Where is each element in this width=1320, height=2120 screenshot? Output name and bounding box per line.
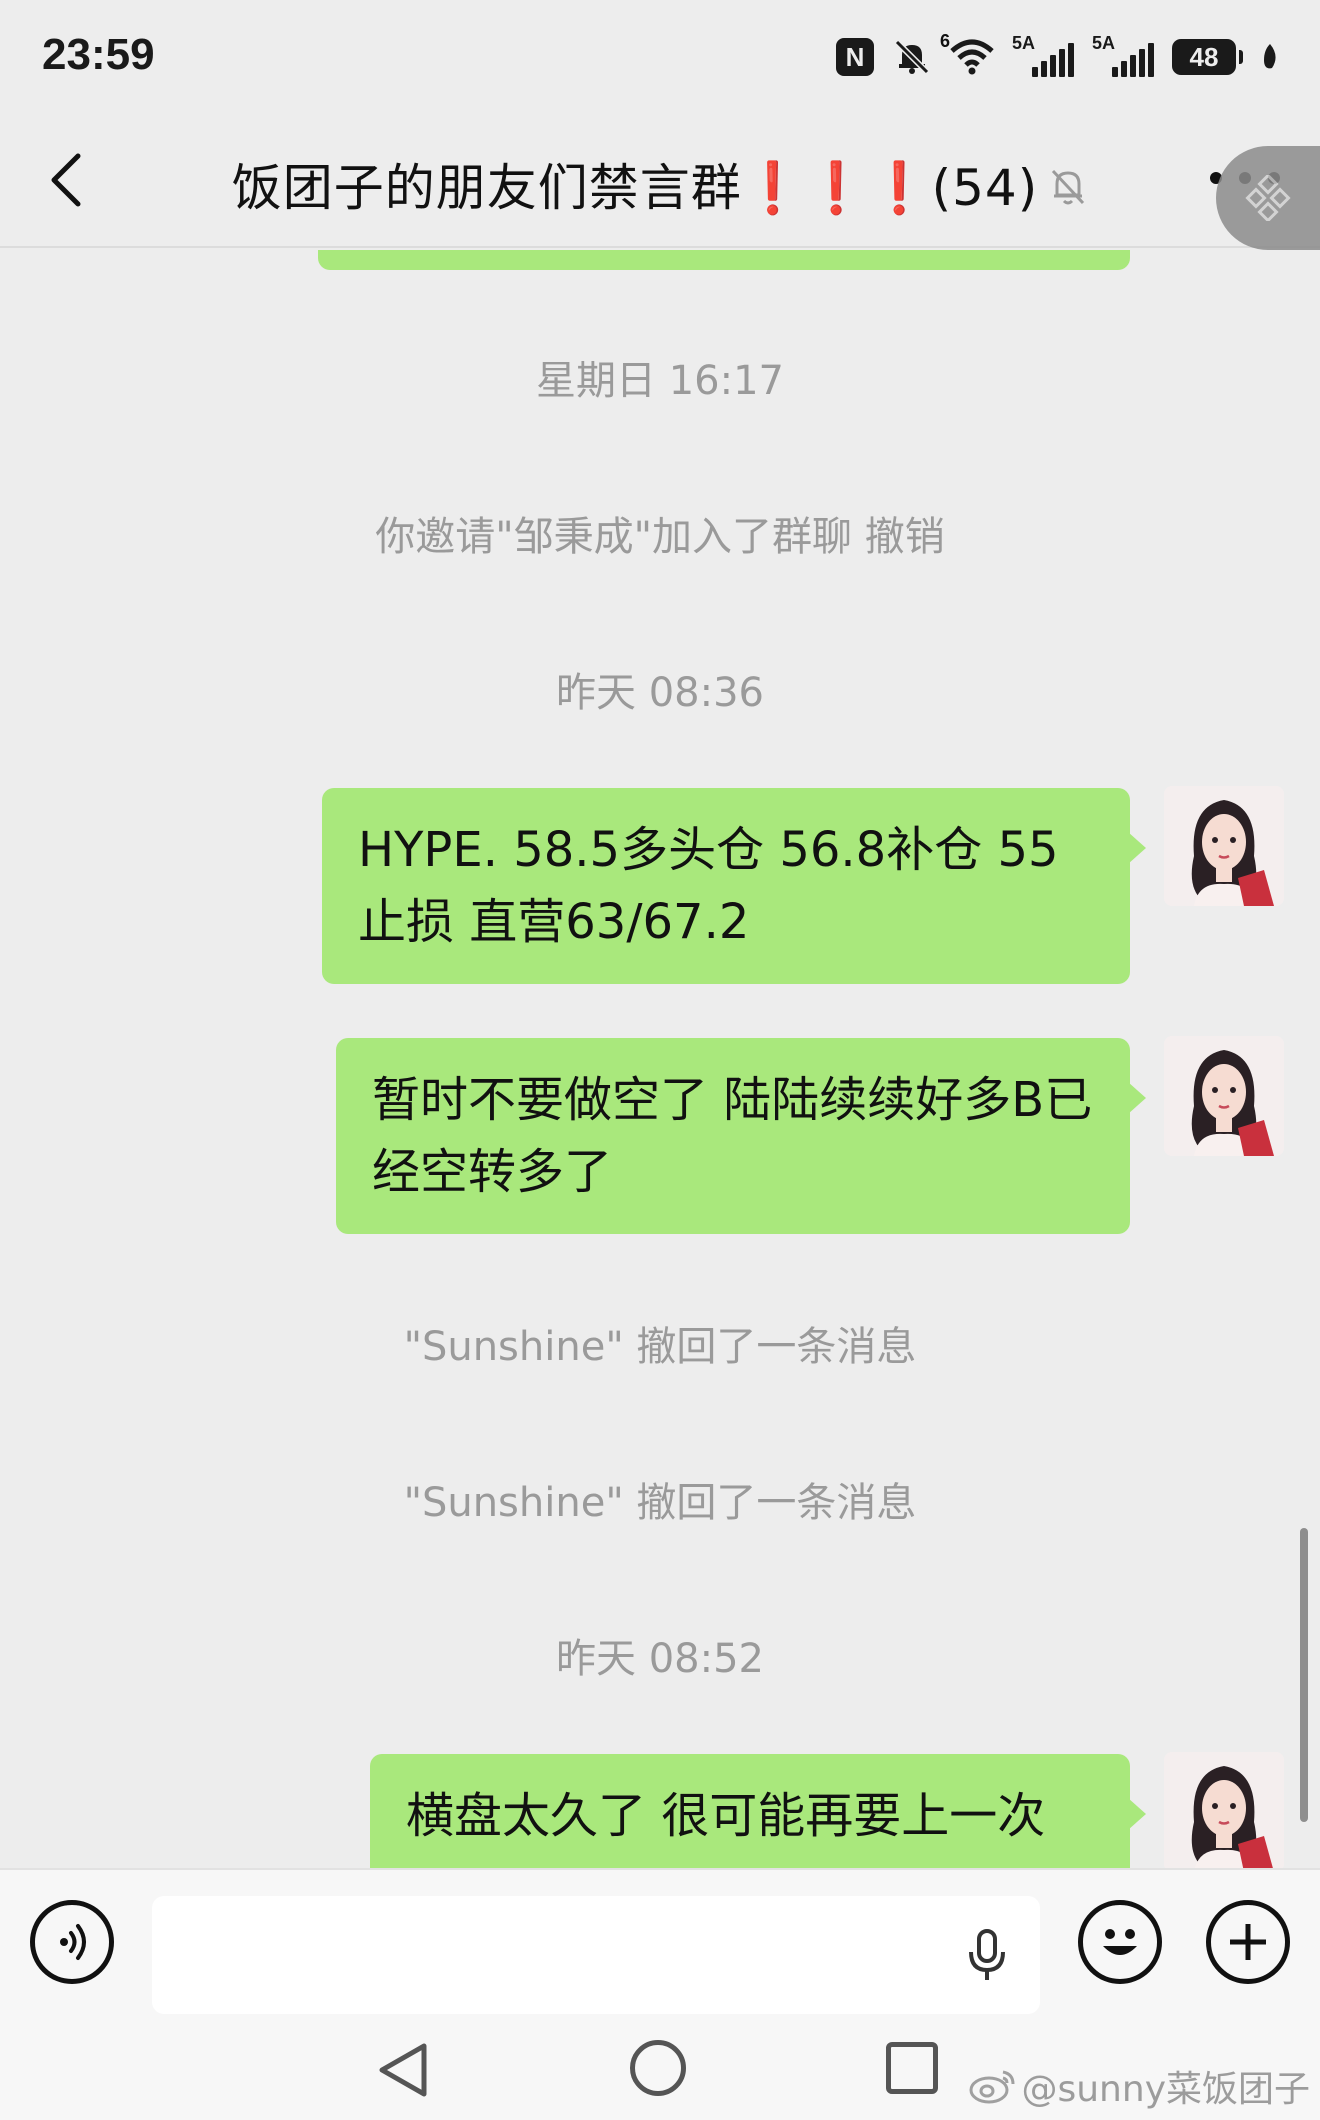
avatar[interactable] <box>1164 1036 1284 1156</box>
timestamp: 星期日 16:17 <box>536 358 784 404</box>
timestamp: 昨天 08:36 <box>556 670 764 716</box>
emoji-icon <box>1103 1929 1137 1955</box>
chat-header: 饭团子的朋友们禁言群❗❗❗(54) <box>0 112 1320 248</box>
chat-title-text: 饭团子的朋友们禁言群❗❗❗(54) <box>231 159 1039 217</box>
avatar[interactable] <box>1164 1752 1284 1868</box>
system-message: 你邀请"邹秉成"加入了群聊 撤销 <box>375 514 945 560</box>
voice-icon <box>60 1924 86 1960</box>
emoji-button[interactable] <box>1078 1900 1162 1984</box>
leaf-icon <box>1260 35 1280 79</box>
mute-notification-icon <box>892 35 932 79</box>
nav-back-icon <box>379 2043 427 2097</box>
avatar[interactable] <box>1164 786 1284 906</box>
scrollbar[interactable] <box>1300 1528 1308 1822</box>
plus-button[interactable] <box>1206 1900 1290 1984</box>
recall-notice: "Sunshine" 撤回了一条消息 <box>403 1480 917 1526</box>
mic-icon[interactable] <box>960 1926 1014 1986</box>
weibo-logo-icon <box>969 2070 1015 2104</box>
recall-notice: "Sunshine" 撤回了一条消息 <box>403 1324 917 1370</box>
message-bubble[interactable]: HYPE. 58.5多头仓 56.8补仓 55止损 直营63/67.2 <box>322 788 1146 984</box>
status-icons: N 6 5A 5A 48 <box>836 31 1280 80</box>
diamond-pattern-icon <box>1245 175 1291 221</box>
message-text: 横盘太久了 很可能再要上一次 <box>406 1788 1046 1844</box>
message-bubble[interactable]: 暂时不要做空了 陆陆续续好多B已经空转多了 <box>336 1038 1146 1234</box>
signal-icon-1: 5A <box>1012 33 1074 77</box>
nav-recent-button[interactable] <box>886 2042 938 2094</box>
voice-button[interactable] <box>30 1900 114 1984</box>
chat-title: 饭团子的朋友们禁言群❗❗❗(54) <box>0 148 1320 221</box>
message-text: 暂时不要做空了 陆陆续续好多B已经空转多了 <box>372 1072 1093 1200</box>
nfc-icon: N <box>836 35 874 79</box>
floating-assistant-ball[interactable] <box>1216 146 1320 250</box>
message-input[interactable] <box>152 1896 1040 2014</box>
watermark: @sunny菜饭团子 <box>969 2060 1310 2112</box>
nav-home-button[interactable] <box>630 2040 686 2096</box>
signal-icon-2: 5A <box>1092 33 1154 77</box>
status-time: 23:59 <box>42 30 155 79</box>
battery-icon: 48 <box>1172 39 1243 75</box>
user-avatar-icon <box>1164 786 1284 906</box>
user-avatar-icon <box>1164 1036 1284 1156</box>
user-avatar-icon <box>1164 1752 1284 1868</box>
system-nav-bar: @sunny菜饭团子 <box>0 2016 1320 2120</box>
mute-bell-icon <box>1048 163 1088 221</box>
timestamp: 昨天 08:52 <box>556 1636 764 1682</box>
message-bubble-partial[interactable] <box>318 250 1130 270</box>
plus-icon <box>1230 1924 1266 1960</box>
message-list[interactable]: 星期日 16:17 你邀请"邹秉成"加入了群聊 撤销 昨天 08:36 HYPE… <box>0 250 1320 1868</box>
status-bar: 23:59 N 6 5A 5A 48 <box>0 0 1320 112</box>
input-bar <box>0 1868 1320 2016</box>
watermark-text: @sunny菜饭团子 <box>1021 2069 1310 2110</box>
nav-back-button[interactable] <box>374 2040 430 2104</box>
message-text: HYPE. 58.5多头仓 56.8补仓 55止损 直营63/67.2 <box>358 822 1059 950</box>
wifi-icon: 6 <box>940 31 994 79</box>
message-bubble[interactable]: 横盘太久了 很可能再要上一次 <box>370 1754 1146 1868</box>
